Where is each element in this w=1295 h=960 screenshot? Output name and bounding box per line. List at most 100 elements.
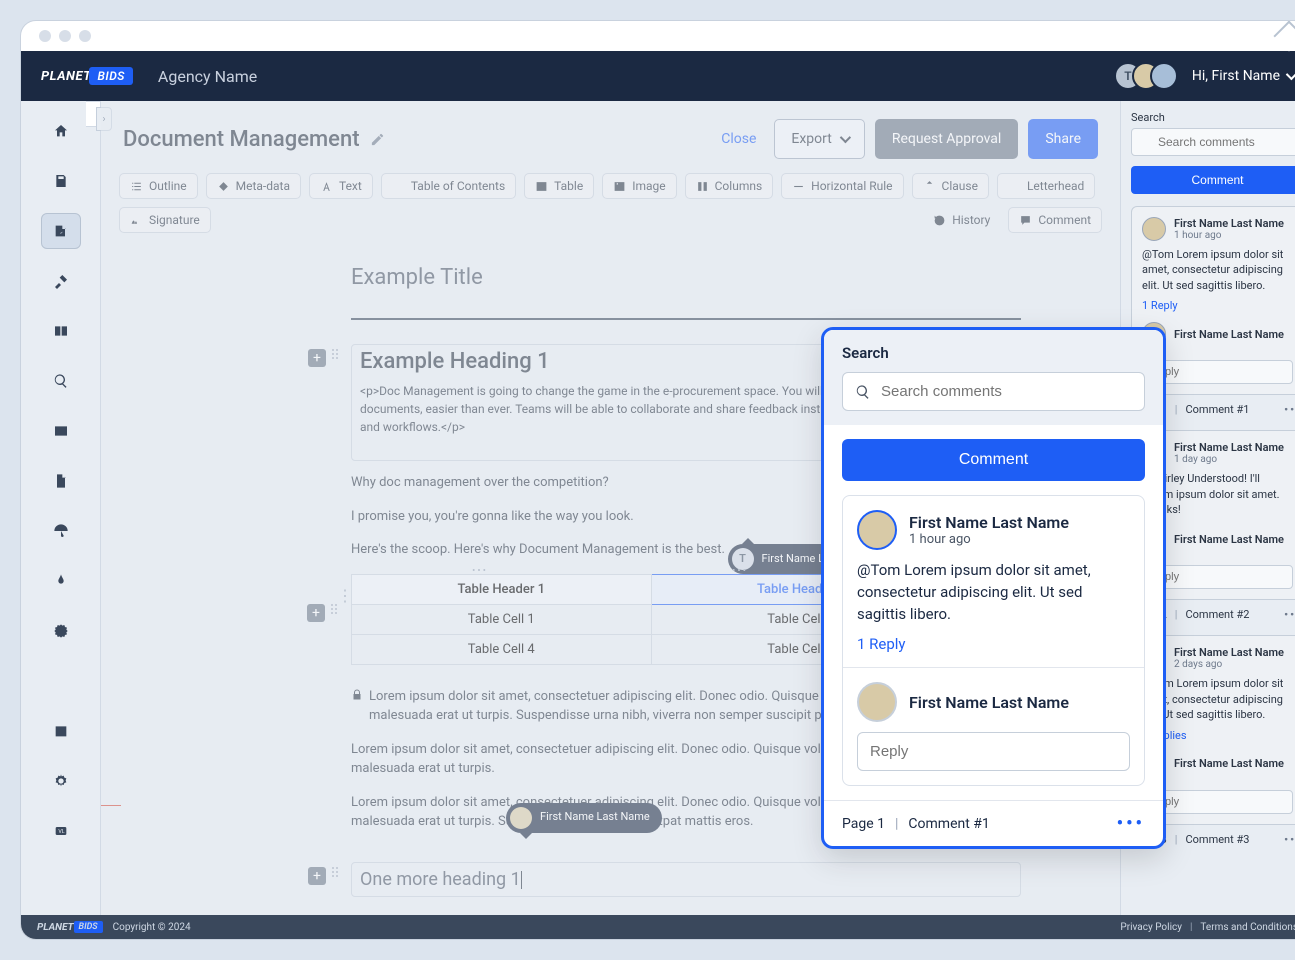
more-icon[interactable]: ••• — [1284, 403, 1295, 416]
traffic-min[interactable] — [59, 30, 71, 42]
nav-files[interactable] — [41, 463, 81, 499]
comment-time: 1 hour ago — [1174, 230, 1284, 241]
comment-author: First Name Last Name — [1174, 646, 1284, 659]
reply-link[interactable]: 1 Reply — [1142, 299, 1293, 312]
request-approval-button[interactable]: Request Approval — [875, 119, 1018, 159]
topbar: PLANET BIDS Agency Name T Hi, First Name — [21, 51, 1295, 101]
popup-comment-button[interactable]: Comment — [842, 439, 1145, 481]
comment-time: 1 day ago — [1174, 454, 1284, 465]
nav-activity[interactable] — [41, 563, 81, 599]
nav-vl[interactable]: VL — [41, 813, 81, 849]
tool-signature[interactable]: Signature — [119, 207, 211, 233]
nav-save[interactable] — [41, 163, 81, 199]
lock-icon — [351, 689, 363, 701]
comment-body: @Tom Lorem ipsum dolor sit amet, consect… — [1142, 247, 1293, 293]
nav-home[interactable] — [41, 113, 81, 149]
tool-hrule[interactable]: Horizontal Rule — [781, 173, 903, 199]
browser-frame: PLANET BIDS Agency Name T Hi, First Name… — [20, 20, 1295, 940]
tool-metadata[interactable]: Meta-data — [206, 173, 301, 199]
traffic-close[interactable] — [39, 30, 51, 42]
brand-right: BIDS — [89, 67, 132, 85]
sidebar-search-label: Search — [1131, 111, 1295, 124]
block-handle[interactable]: + — [307, 604, 337, 622]
nav-contacts[interactable] — [41, 413, 81, 449]
nav-search[interactable] — [41, 363, 81, 399]
collab-cursor — [101, 805, 121, 806]
nav-settings[interactable] — [41, 763, 81, 799]
nav-library[interactable] — [41, 313, 81, 349]
tool-history[interactable]: History — [923, 207, 1000, 233]
page-title: Document Management — [123, 127, 360, 152]
meta-comment: Comment #1 — [1185, 403, 1249, 416]
share-button[interactable]: Share — [1028, 119, 1098, 159]
more-icon[interactable]: ••• — [1284, 833, 1295, 846]
tool-toc[interactable]: Table of Contents — [381, 173, 516, 199]
more-icon[interactable]: ••• — [1117, 813, 1145, 834]
sidebar-search-input[interactable] — [1131, 128, 1295, 156]
avatar — [1142, 217, 1166, 241]
tool-outline[interactable]: Outline — [119, 173, 198, 199]
page-header: Document Management Close Export Request… — [101, 101, 1120, 173]
block-handle[interactable]: + — [308, 349, 338, 367]
privacy-link[interactable]: Privacy Policy — [1120, 922, 1182, 933]
doc-hr — [351, 318, 1021, 320]
meta-comment: Comment #3 — [1185, 833, 1249, 846]
terms-link[interactable]: Terms and Conditions — [1200, 922, 1295, 933]
tool-clause[interactable]: Clause — [912, 173, 989, 199]
nav-calendar[interactable] — [41, 713, 81, 749]
meta-comment: Comment #2 — [1185, 608, 1249, 621]
popup-search-label: Search — [842, 344, 1145, 362]
nav-badge[interactable] — [41, 613, 81, 649]
comment-time: 2 days ago — [1174, 659, 1284, 670]
tool-text[interactable]: Text — [309, 173, 373, 199]
table-cell[interactable]: Table Cell 1 — [352, 604, 652, 634]
footer-logo: PLANET BIDS — [37, 921, 103, 933]
reply-author: First Name Last Name — [1174, 533, 1284, 546]
tool-comment[interactable]: Comment — [1008, 207, 1102, 233]
heading[interactable]: One more heading 1 — [360, 869, 521, 890]
presence-indicator: First Name Last Name — [506, 803, 662, 833]
traffic-max[interactable] — [79, 30, 91, 42]
more-icon[interactable]: ••• — [1284, 608, 1295, 621]
avatar — [857, 682, 897, 722]
reply-author: First Name Last Name — [909, 693, 1069, 712]
comment-popup: Search Comment First Name Last — [821, 327, 1166, 849]
tool-columns[interactable]: Columns — [685, 173, 774, 199]
tool-table[interactable]: Table — [524, 173, 594, 199]
tool-image[interactable]: Image — [602, 173, 676, 199]
avatar — [857, 510, 897, 550]
reply-author: First Name Last Name — [1174, 328, 1284, 341]
reply-link[interactable]: 1 Reply — [857, 635, 1130, 653]
agency-name: Agency Name — [158, 67, 257, 86]
table-header[interactable]: Table Header 1 — [352, 574, 652, 604]
footer: PLANET BIDS Copyright © 2024 Privacy Pol… — [21, 915, 1295, 939]
nav-reports[interactable] — [41, 663, 81, 699]
reply-author: First Name Last Name — [1174, 757, 1284, 770]
chevron-down-icon — [1286, 69, 1295, 80]
comment-author: First Name Last Name — [1174, 441, 1284, 454]
export-button[interactable]: Export — [774, 119, 864, 159]
nav-umbrella[interactable] — [41, 513, 81, 549]
doc-title[interactable]: Example Title — [351, 265, 1021, 290]
left-nav: › VL — [21, 101, 101, 915]
presence-stack[interactable]: T — [1124, 62, 1178, 90]
user-menu[interactable]: Hi, First Name — [1192, 68, 1294, 84]
sidebar-comment-button[interactable]: Comment — [1131, 166, 1295, 194]
greeting: Hi, First Name — [1192, 68, 1280, 84]
avatar — [1150, 62, 1178, 90]
block-handle[interactable]: + — [308, 867, 338, 885]
nav-documents[interactable] — [41, 213, 81, 249]
popup-search-input[interactable] — [881, 383, 1132, 400]
reply-input[interactable] — [857, 732, 1130, 771]
popup-search-field[interactable] — [842, 372, 1145, 411]
tool-letterhead[interactable]: Letterhead — [997, 173, 1095, 199]
comment-author: First Name Last Name — [909, 513, 1069, 532]
nav-tools[interactable] — [41, 263, 81, 299]
comment-body: @Tom Lorem ipsum dolor sit amet, consect… — [857, 560, 1130, 625]
table-cell[interactable]: Table Cell 4 — [352, 634, 652, 664]
brand-logo[interactable]: PLANET BIDS — [41, 67, 133, 85]
close-button[interactable]: Close — [713, 131, 764, 147]
popup-page: Page 1 — [842, 816, 885, 832]
edit-icon[interactable] — [370, 132, 385, 147]
search-icon — [855, 384, 871, 400]
